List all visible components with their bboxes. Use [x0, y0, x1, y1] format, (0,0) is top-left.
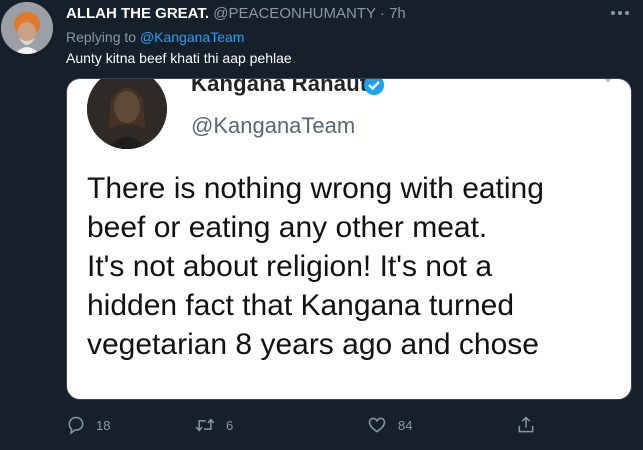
quoted-author-name: Kangana Ranaut [191, 78, 368, 96]
avatar[interactable] [1, 2, 53, 54]
replying-to: Replying to @KanganaTeam [66, 28, 244, 46]
author-handle[interactable]: @PEACEONHUMANTY [213, 5, 375, 22]
retweet-icon [194, 415, 216, 435]
quoted-text-line: It's not about religion! It's not a [87, 250, 493, 283]
more-icon[interactable] [609, 6, 631, 18]
tweet-text: Aunty kitna beef khati thi aap pehlae [66, 50, 292, 66]
share-icon [516, 415, 536, 435]
retweet-count: 6 [226, 417, 234, 433]
quoted-author-handle: @KanganaTeam [191, 113, 356, 138]
action-bar: 18 6 84 [66, 412, 586, 438]
like-count: 84 [398, 417, 413, 433]
quoted-text: There is nothing wrong with eating beef … [87, 169, 627, 364]
verified-icon [363, 79, 385, 96]
quoted-text-line: There is nothing wrong with eating [87, 172, 544, 205]
quoted-text-line: hidden fact that Kangana turned [87, 289, 515, 322]
like-button[interactable]: 84 [366, 412, 412, 438]
separator: · [379, 5, 385, 22]
share-button[interactable] [516, 412, 536, 438]
tweet-media-image[interactable]: Kangana Ranaut @KanganaTeam There is not… [66, 78, 632, 400]
retweet-button[interactable]: 6 [194, 412, 233, 438]
tweet-header: ALLAH THE GREAT. @PEACEONHUMANTY · 7h [66, 4, 603, 24]
like-icon [366, 415, 388, 435]
timestamp[interactable]: 7h [389, 5, 406, 22]
reply-count: 18 [96, 417, 111, 433]
reply-button[interactable]: 18 [66, 412, 110, 438]
author-name[interactable]: ALLAH THE GREAT. [66, 5, 209, 22]
reply-icon [66, 415, 86, 435]
quoted-avatar [87, 79, 167, 149]
quoted-text-line: vegetarian 8 years ago and chose [87, 328, 539, 361]
replying-prefix: Replying to [66, 29, 137, 45]
chevron-down-icon [599, 79, 617, 85]
tweet[interactable]: ALLAH THE GREAT. @PEACEONHUMANTY · 7h Re… [0, 0, 643, 450]
quoted-text-line: beef or eating any other meat. [87, 211, 488, 244]
replying-mention-link[interactable]: @KanganaTeam [140, 29, 245, 45]
